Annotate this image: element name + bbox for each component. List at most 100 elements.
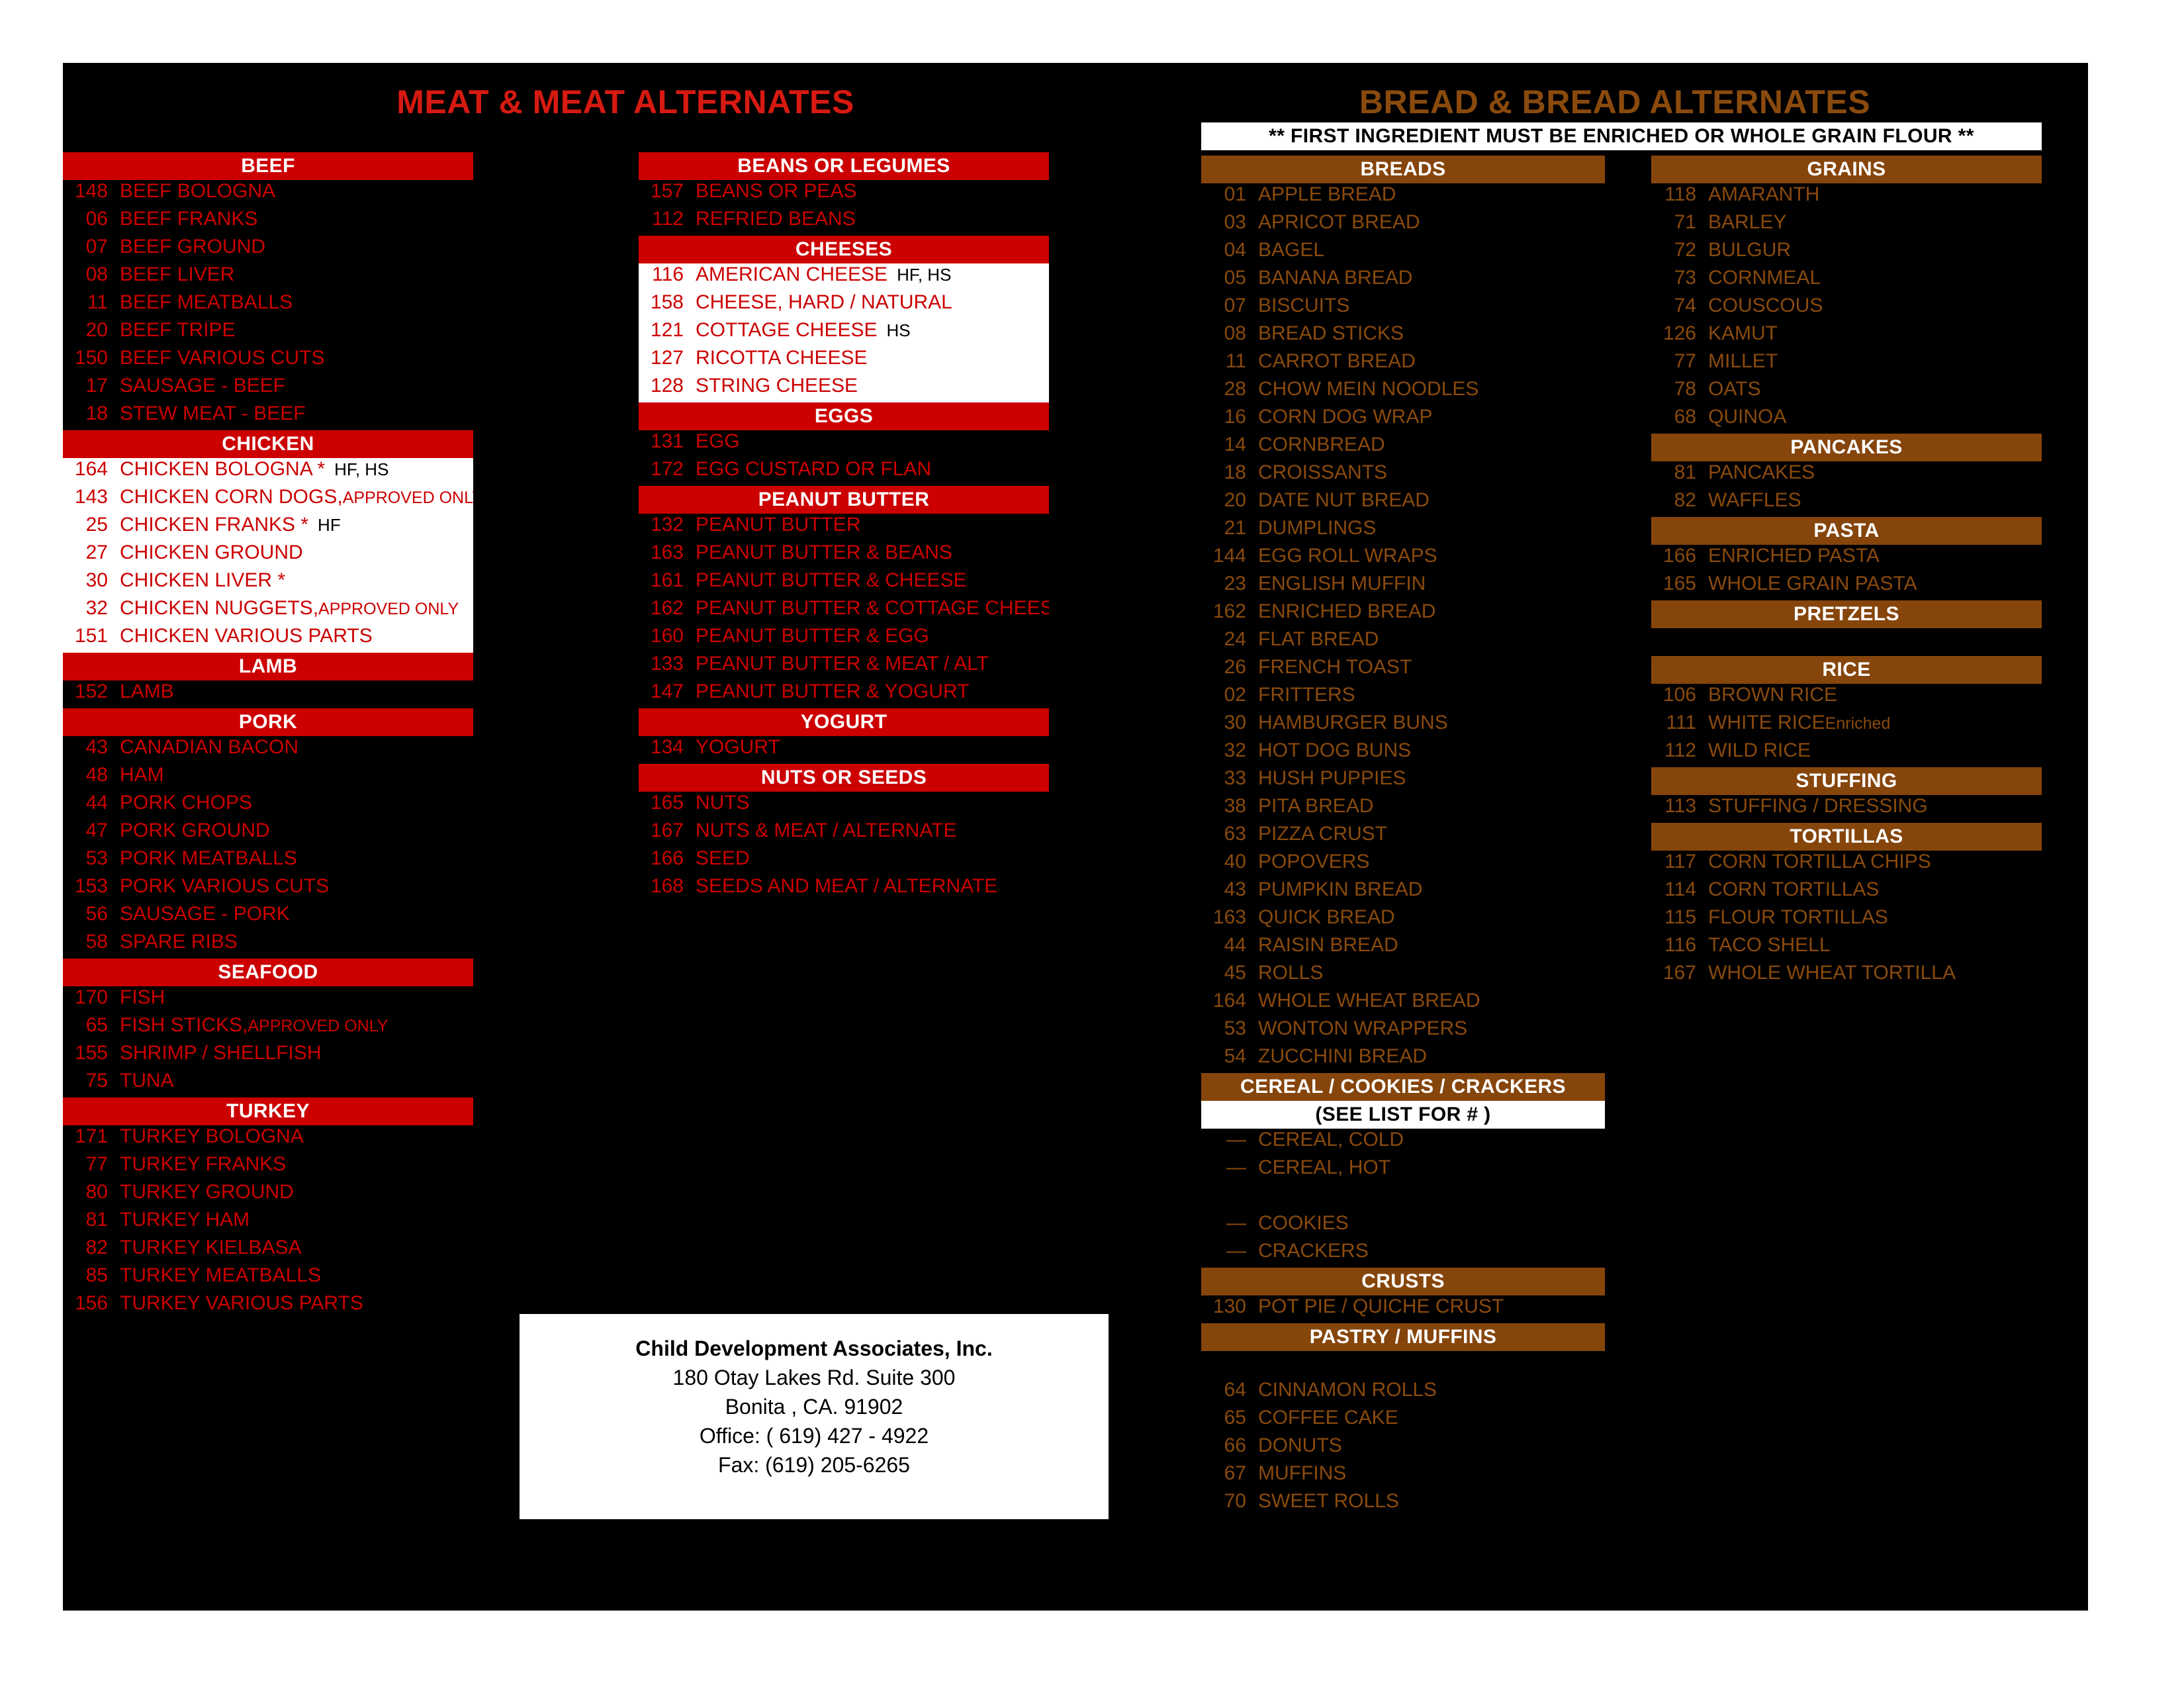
list-item[interactable]: 132 PEANUT BUTTER — [639, 514, 1049, 541]
list-item[interactable]: 48 HAM — [63, 764, 473, 792]
list-item[interactable]: 163 PEANUT BUTTER & BEANS — [639, 541, 1049, 569]
list-item[interactable]: 167 NUTS & MEAT / ALTERNATE — [639, 820, 1049, 847]
list-item[interactable]: 07 BEEF GROUND — [63, 236, 473, 263]
list-item[interactable]: 18 STEW MEAT - BEEF — [63, 402, 473, 430]
list-item[interactable]: 148 BEEF BOLOGNA — [63, 180, 473, 208]
list-item[interactable]: 74 COUSCOUS — [1651, 295, 2042, 322]
list-item[interactable]: 164 CHICKEN BOLOGNA * HF, HS — [63, 458, 473, 486]
list-item[interactable]: 152 LAMB — [63, 680, 473, 708]
list-item[interactable]: 165 NUTS — [639, 792, 1049, 820]
list-item[interactable]: 68 QUINOA — [1651, 406, 2042, 434]
list-item[interactable]: 81 PANCAKES — [1651, 461, 2042, 489]
list-item[interactable]: 163 QUICK BREAD — [1201, 906, 1605, 934]
list-item[interactable]: 112 WILD RICE — [1651, 739, 2042, 767]
list-item[interactable]: 54 ZUCCHINI BREAD — [1201, 1045, 1605, 1073]
list-item[interactable]: 30 CHICKEN LIVER * — [63, 569, 473, 597]
list-item[interactable]: 01 APPLE BREAD — [1201, 183, 1605, 211]
list-item[interactable]: 26 FRENCH TOAST — [1201, 656, 1605, 684]
list-item[interactable]: 116 TACO SHELL — [1651, 934, 2042, 962]
list-item[interactable]: 166 SEED — [639, 847, 1049, 875]
list-item[interactable]: 151 CHICKEN VARIOUS PARTS — [63, 625, 473, 653]
list-item[interactable]: 106 BROWN RICE — [1651, 684, 2042, 712]
list-item[interactable]: 05 BANANA BREAD — [1201, 267, 1605, 295]
list-item[interactable]: 08 BEEF LIVER — [63, 263, 473, 291]
list-item[interactable]: 44 RAISIN BREAD — [1201, 934, 1605, 962]
list-item[interactable]: 06 BEEF FRANKS — [63, 208, 473, 236]
list-item[interactable]: 170 FISH — [63, 986, 473, 1014]
list-item[interactable]: 168 SEEDS AND MEAT / ALTERNATE — [639, 875, 1049, 903]
list-item[interactable]: 162 ENRICHED BREAD — [1201, 600, 1605, 628]
list-item[interactable]: 134 YOGURT — [639, 736, 1049, 764]
list-item[interactable]: 77 MILLET — [1651, 350, 2042, 378]
list-item[interactable]: 11 BEEF MEATBALLS — [63, 291, 473, 319]
list-item[interactable]: 114 CORN TORTILLAS — [1651, 878, 2042, 906]
list-item[interactable] — [1201, 1351, 1605, 1379]
list-item[interactable]: 143 CHICKEN CORN DOGS, APPROVED ONLY — [63, 486, 473, 514]
list-item[interactable]: 115 FLOUR TORTILLAS — [1651, 906, 2042, 934]
list-item[interactable]: 03 APRICOT BREAD — [1201, 211, 1605, 239]
list-item[interactable]: 20 BEEF TRIPE — [63, 319, 473, 347]
list-item[interactable]: 14 CORNBREAD — [1201, 434, 1605, 461]
list-item[interactable]: 126 KAMUT — [1651, 322, 2042, 350]
list-item[interactable]: 11 CARROT BREAD — [1201, 350, 1605, 378]
list-item[interactable]: 67 MUFFINS — [1201, 1462, 1605, 1490]
list-item[interactable]: 65 COFFEE CAKE — [1201, 1407, 1605, 1434]
list-item[interactable]: 44 PORK CHOPS — [63, 792, 473, 820]
list-item[interactable]: 130 POT PIE / QUICHE CRUST — [1201, 1295, 1605, 1323]
list-item[interactable]: 164 WHOLE WHEAT BREAD — [1201, 990, 1605, 1017]
list-item[interactable]: 63 PIZZA CRUST — [1201, 823, 1605, 851]
list-item[interactable]: 75 TUNA — [63, 1070, 473, 1098]
list-item[interactable]: 80 TURKEY GROUND — [63, 1181, 473, 1209]
list-item[interactable]: 165 WHOLE GRAIN PASTA — [1651, 573, 2042, 600]
list-item[interactable]: 73 CORNMEAL — [1651, 267, 2042, 295]
list-item[interactable]: 156 TURKEY VARIOUS PARTS — [63, 1292, 473, 1320]
list-item[interactable]: 118 AMARANTH — [1651, 183, 2042, 211]
list-item[interactable]: 72 BULGUR — [1651, 239, 2042, 267]
list-item[interactable]: 56 SAUSAGE - PORK — [63, 903, 473, 931]
list-item[interactable]: 18 CROISSANTS — [1201, 461, 1605, 489]
list-item[interactable]: 162 PEANUT BUTTER & COTTAGE CHEESE — [639, 597, 1049, 625]
list-item[interactable]: 131 EGG — [639, 430, 1049, 458]
list-item[interactable]: 81 TURKEY HAM — [63, 1209, 473, 1237]
list-item[interactable]: 28 CHOW MEIN NOODLES — [1201, 378, 1605, 406]
list-item[interactable]: 158 CHEESE, HARD / NATURAL — [639, 291, 1049, 319]
list-item[interactable]: 121 COTTAGE CHEESE HS — [639, 319, 1049, 347]
list-item[interactable]: — COOKIES — [1201, 1212, 1605, 1240]
list-item[interactable]: 172 EGG CUSTARD OR FLAN — [639, 458, 1049, 486]
list-item[interactable]: — CEREAL, HOT — [1201, 1156, 1605, 1184]
list-item[interactable]: 85 TURKEY MEATBALLS — [63, 1264, 473, 1292]
list-item[interactable]: 07 BISCUITS — [1201, 295, 1605, 322]
list-item[interactable]: 23 ENGLISH MUFFIN — [1201, 573, 1605, 600]
list-item[interactable]: 78 OATS — [1651, 378, 2042, 406]
list-item[interactable]: — CRACKERS — [1201, 1240, 1605, 1268]
list-item[interactable]: 08 BREAD STICKS — [1201, 322, 1605, 350]
list-item[interactable]: — CEREAL, COLD — [1201, 1129, 1605, 1156]
list-item[interactable] — [1201, 1184, 1605, 1212]
list-item[interactable]: 144 EGG ROLL WRAPS — [1201, 545, 1605, 573]
list-item[interactable]: 20 DATE NUT BREAD — [1201, 489, 1605, 517]
list-item[interactable]: 38 PITA BREAD — [1201, 795, 1605, 823]
list-item[interactable]: 25 CHICKEN FRANKS * HF — [63, 514, 473, 541]
list-item[interactable]: 17 SAUSAGE - BEEF — [63, 375, 473, 402]
list-item[interactable]: 127 RICOTTA CHEESE — [639, 347, 1049, 375]
list-item[interactable]: 24 FLAT BREAD — [1201, 628, 1605, 656]
list-item[interactable]: 71 BARLEY — [1651, 211, 2042, 239]
list-item[interactable]: 45 ROLLS — [1201, 962, 1605, 990]
list-item[interactable]: 47 PORK GROUND — [63, 820, 473, 847]
list-item[interactable]: 27 CHICKEN GROUND — [63, 541, 473, 569]
list-item[interactable]: 167 WHOLE WHEAT TORTILLA — [1651, 962, 2042, 990]
list-item[interactable]: 82 TURKEY KIELBASA — [63, 1237, 473, 1264]
list-item[interactable]: 30 HAMBURGER BUNS — [1201, 712, 1605, 739]
list-item[interactable]: 166 ENRICHED PASTA — [1651, 545, 2042, 573]
list-item[interactable]: 21 DUMPLINGS — [1201, 517, 1605, 545]
list-item[interactable] — [1651, 628, 2042, 656]
list-item[interactable]: 112 REFRIED BEANS — [639, 208, 1049, 236]
list-item[interactable]: 04 BAGEL — [1201, 239, 1605, 267]
list-item[interactable]: 64 CINNAMON ROLLS — [1201, 1379, 1605, 1407]
list-item[interactable]: 111 WHITE RICE Enriched — [1651, 712, 2042, 739]
list-item[interactable]: 153 PORK VARIOUS CUTS — [63, 875, 473, 903]
list-item[interactable]: 113 STUFFING / DRESSING — [1651, 795, 2042, 823]
list-item[interactable]: 53 WONTON WRAPPERS — [1201, 1017, 1605, 1045]
list-item[interactable]: 33 HUSH PUPPIES — [1201, 767, 1605, 795]
list-item[interactable]: 133 PEANUT BUTTER & MEAT / ALT — [639, 653, 1049, 680]
